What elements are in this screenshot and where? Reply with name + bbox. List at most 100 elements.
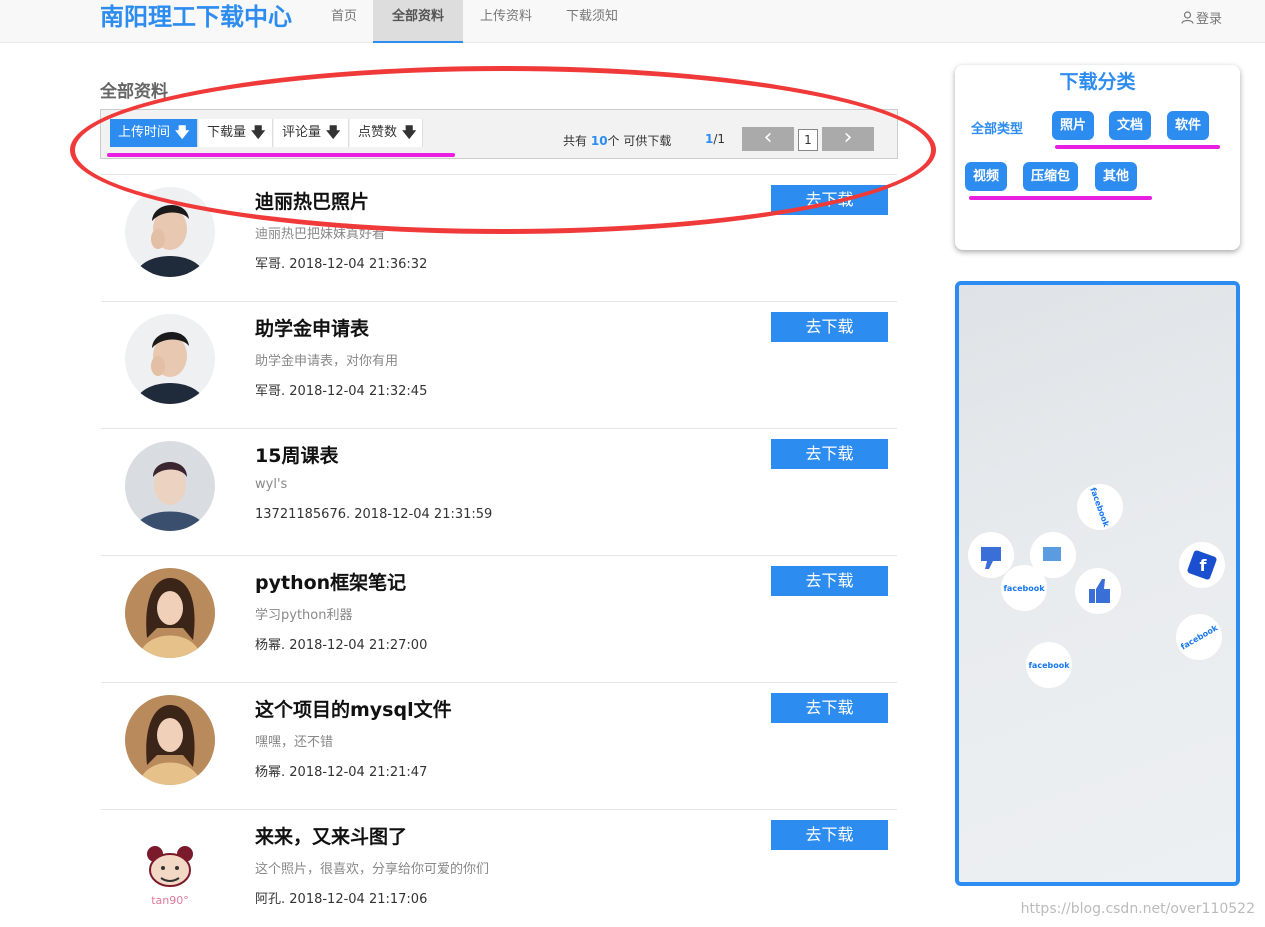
avatar: tan90°: [125, 822, 215, 912]
sort-likes-button[interactable]: 点赞数 🡇: [350, 119, 423, 147]
item-meta: 阿孔. 2018-12-04 21:17:06: [255, 892, 428, 907]
item-description: 这个照片，很喜欢，分享给你可爱的你们: [255, 862, 490, 877]
sort-downloads-button[interactable]: 下载量 🡇: [199, 119, 273, 147]
item-meta: 军哥. 2018-12-04 21:36:32: [255, 257, 428, 272]
page-input[interactable]: 1: [798, 129, 818, 151]
download-button[interactable]: 去下载: [771, 693, 888, 723]
item-description: 迪丽热巴把妹妹真好看: [255, 227, 386, 242]
download-button[interactable]: 去下载: [771, 566, 888, 596]
facebook-buttons-image: facebook facebook f facebook facebook: [968, 484, 1225, 688]
item-author: 阿孔: [255, 892, 282, 907]
download-button[interactable]: 去下载: [771, 820, 888, 850]
next-page-button[interactable]: ›: [822, 127, 874, 151]
download-button[interactable]: 去下载: [771, 185, 888, 215]
category-chip-photo[interactable]: 照片: [1052, 111, 1095, 140]
download-button[interactable]: 去下载: [771, 439, 888, 469]
avatar: [125, 187, 215, 277]
item-time: 2018-12-04 21:27:00: [289, 638, 428, 653]
item-time: 2018-12-04 21:17:06: [289, 892, 428, 907]
category-chip-document[interactable]: 文档: [1109, 111, 1152, 140]
item-author: 13721185676: [255, 507, 346, 522]
nav-download-notice[interactable]: 下载须知: [552, 0, 632, 43]
sort-label: 评论量: [282, 125, 322, 140]
sort-label: 下载量: [207, 125, 247, 140]
count-prefix: 共有: [563, 134, 588, 148]
brand-logo[interactable]: 南阳理工下载中心: [100, 2, 292, 32]
list-item: 这个项目的mysql文件 嘿嘿，还不错 杨幂. 2018-12-04 21:21…: [101, 682, 897, 809]
item-title[interactable]: 迪丽热巴照片: [255, 187, 369, 214]
item-meta: 军哥. 2018-12-04 21:32:45: [255, 384, 428, 399]
item-description: 助学金申请表，对你有用: [255, 354, 399, 369]
prev-page-button[interactable]: ‹: [742, 127, 794, 151]
list-item: 迪丽热巴照片 迪丽热巴把妹妹真好看 军哥. 2018-12-04 21:36:3…: [101, 174, 897, 301]
list-item: 助学金申请表 助学金申请表，对你有用 军哥. 2018-12-04 21:32:…: [101, 301, 897, 428]
item-meta: 杨幂. 2018-12-04 21:21:47: [255, 765, 428, 780]
item-description: 嘿嘿，还不错: [255, 735, 334, 750]
annotation-underline: [107, 153, 455, 157]
item-title[interactable]: 来来，又来斗图了: [255, 822, 407, 849]
count-number: 10: [590, 134, 608, 148]
total-pages: /1: [713, 132, 726, 146]
user-icon: [1181, 11, 1194, 24]
item-time: 2018-12-04 21:31:59: [354, 507, 493, 522]
category-chip-software[interactable]: 软件: [1167, 111, 1210, 140]
item-title[interactable]: 15周课表: [255, 441, 338, 468]
annotation-underline: [1055, 145, 1220, 149]
ad-image[interactable]: facebook facebook f facebook facebook: [955, 281, 1240, 886]
sort-upload-time-button[interactable]: 上传时间 🡇: [110, 119, 198, 147]
avatar-watermark: tan90°: [151, 894, 189, 907]
item-author: 军哥: [255, 257, 282, 272]
item-meta: 13721185676. 2018-12-04 21:31:59: [255, 507, 493, 522]
login-label: 登录: [1195, 12, 1222, 27]
sort-label: 点赞数: [358, 125, 398, 140]
navbar: 南阳理工下载中心 首页 全部资料 上传资料 下载须知 登录: [0, 0, 1265, 43]
count-suffix: 个 可供下载: [607, 134, 672, 148]
item-author: 杨幂: [255, 638, 282, 653]
avatar: [125, 441, 215, 531]
item-title[interactable]: 助学金申请表: [255, 314, 369, 341]
category-chip-video[interactable]: 视频: [965, 162, 1008, 191]
avatar: [125, 568, 215, 658]
item-time: 2018-12-04 21:36:32: [289, 257, 428, 272]
chevron-left-icon: ‹: [763, 125, 773, 150]
item-time: 2018-12-04 21:21:47: [289, 765, 428, 780]
sort-comments-button[interactable]: 评论量 🡇: [274, 119, 349, 147]
list-item: 15周课表 wyl's 13721185676. 2018-12-04 21:3…: [101, 428, 897, 555]
arrow-down-icon: 🡇: [402, 125, 417, 141]
avatar: [125, 695, 215, 785]
arrow-down-icon: 🡇: [175, 125, 190, 141]
category-chip-archive[interactable]: 压缩包: [1023, 162, 1079, 191]
item-title[interactable]: 这个项目的mysql文件: [255, 695, 452, 722]
section-title: 全部资料: [100, 82, 168, 102]
annotation-underline: [969, 196, 1152, 200]
list-item: python框架笔记 学习python利器 杨幂. 2018-12-04 21:…: [101, 555, 897, 682]
item-title[interactable]: python框架笔记: [255, 568, 406, 595]
page-indicator: 1/1: [705, 132, 725, 146]
chevron-right-icon: ›: [843, 125, 853, 150]
download-button[interactable]: 去下载: [771, 312, 888, 342]
sort-label: 上传时间: [118, 125, 171, 140]
arrow-down-icon: 🡇: [251, 125, 266, 141]
item-description: wyl's: [255, 477, 288, 492]
avatar: [125, 314, 215, 404]
login-link[interactable]: 登录: [1181, 8, 1222, 27]
item-meta: 杨幂. 2018-12-04 21:27:00: [255, 638, 428, 653]
category-title: 下载分类: [1059, 71, 1136, 93]
category-panel: 下载分类 全部类型 照片 文档 软件 视频 压缩包 其他: [955, 65, 1240, 250]
item-author: 军哥: [255, 384, 282, 399]
nav-home[interactable]: 首页: [318, 0, 370, 43]
nav-all-materials[interactable]: 全部资料: [373, 0, 463, 43]
item-description: 学习python利器: [255, 608, 353, 623]
svg-text:facebook: facebook: [1003, 584, 1045, 593]
category-all[interactable]: 全部类型: [971, 118, 1023, 137]
svg-text:facebook: facebook: [1028, 661, 1070, 670]
category-chip-other[interactable]: 其他: [1095, 162, 1138, 191]
list-item: tan90° 来来，又来斗图了 这个照片，很喜欢，分享给你可爱的你们 阿孔. 2…: [101, 809, 897, 927]
arrow-down-icon: 🡇: [326, 125, 341, 141]
result-count: 共有 10个 可供下载: [563, 132, 671, 149]
item-time: 2018-12-04 21:32:45: [289, 384, 428, 399]
item-author: 杨幂: [255, 765, 282, 780]
nav-upload[interactable]: 上传资料: [466, 0, 546, 43]
svg-text:f: f: [1200, 556, 1208, 575]
sort-bar: 上传时间 🡇 下载量 🡇 评论量 🡇 点赞数 🡇 共有 10个 可供下载 1/1 ‹ 1…: [100, 109, 898, 159]
